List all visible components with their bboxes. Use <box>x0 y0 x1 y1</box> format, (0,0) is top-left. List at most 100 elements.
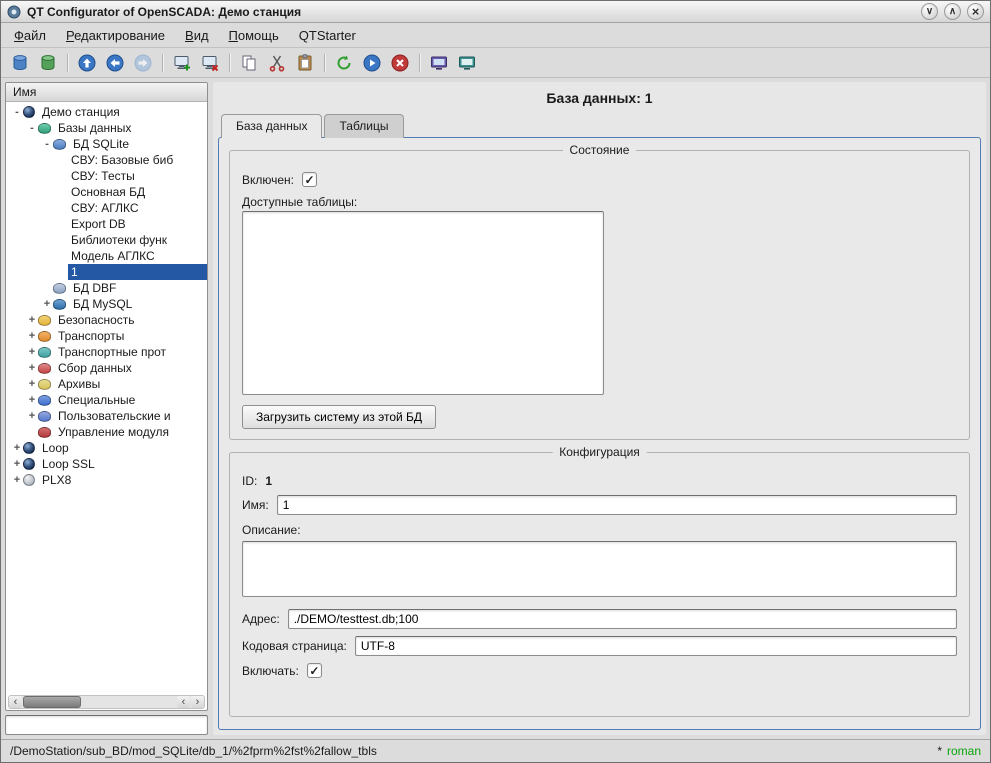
load-system-button[interactable]: Загрузить систему из этой БД <box>242 405 436 429</box>
tree-item[interactable]: +БД MySQL <box>6 296 207 312</box>
description-label: Описание: <box>242 523 957 537</box>
tree-expander-icon[interactable]: + <box>26 408 38 424</box>
tree-item[interactable]: -Базы данных <box>6 120 207 136</box>
address-row: Адрес: <box>242 609 957 629</box>
chevron-down-icon: ∨ <box>926 7 933 17</box>
tree-expander-icon[interactable]: + <box>26 376 38 392</box>
maximize-button[interactable]: ∧ <box>944 3 961 20</box>
copy-item-button[interactable] <box>236 50 262 75</box>
delete-item-button[interactable] <box>197 50 223 75</box>
go-up-button[interactable] <box>74 50 100 75</box>
menu-view[interactable]: Вид <box>176 25 218 46</box>
tree-expander-icon[interactable]: + <box>26 360 38 376</box>
tree-expander-icon[interactable]: + <box>26 312 38 328</box>
daq-icon <box>38 363 51 374</box>
start-updating-button[interactable] <box>359 50 385 75</box>
go-back-button[interactable] <box>102 50 128 75</box>
chevron-up-icon: ∧ <box>949 7 956 17</box>
tree-item[interactable]: +Пользовательские и <box>6 408 207 424</box>
tree-item-label: Модель АГЛКС <box>68 248 207 264</box>
tree-item[interactable]: +Транспортные прот <box>6 344 207 360</box>
tree-item-label: Безопасность <box>55 312 207 328</box>
tree-item[interactable]: +Архивы <box>6 376 207 392</box>
add-item-button[interactable] <box>169 50 195 75</box>
db-mysql-icon <box>53 299 66 310</box>
close-icon: × <box>972 5 980 18</box>
scroll-right-button[interactable]: › <box>191 696 204 708</box>
scroll-left-button-2[interactable]: ‹ <box>177 696 190 708</box>
tree-item[interactable]: Управление модуля <box>6 424 207 440</box>
arrow-left-icon <box>105 53 125 73</box>
tree-item[interactable]: +Loop <box>6 440 207 456</box>
tree-item[interactable]: СВУ: Базовые биб <box>6 152 207 168</box>
tree-item[interactable]: +Сбор данных <box>6 360 207 376</box>
tree-expander-icon[interactable]: + <box>41 296 53 312</box>
tree-item[interactable]: -Демо станция <box>6 104 207 120</box>
cut-item-button[interactable] <box>264 50 290 75</box>
address-input[interactable] <box>288 609 957 629</box>
codepage-input[interactable] <box>355 636 957 656</box>
tree-item[interactable]: 1 <box>6 264 207 280</box>
station-icon <box>23 458 35 470</box>
titlebar[interactable]: QT Configurator of OpenSCADA: Демо станц… <box>1 1 990 23</box>
paste-item-button[interactable] <box>292 50 318 75</box>
tree-item[interactable]: Export DB <box>6 216 207 232</box>
qt-configurator-button[interactable] <box>454 50 480 75</box>
db-sqlite-icon <box>53 139 66 150</box>
tree-expander-icon[interactable]: + <box>26 392 38 408</box>
tree-expander-icon[interactable]: - <box>11 104 23 120</box>
tree-expander-icon[interactable]: + <box>26 344 38 360</box>
refresh-icon <box>334 53 354 73</box>
horizontal-scrollbar[interactable]: ‹ ‹ › <box>8 695 205 709</box>
tree-expander-icon[interactable]: - <box>26 120 38 136</box>
tree-item[interactable]: -БД SQLite <box>6 136 207 152</box>
name-input[interactable] <box>277 495 957 515</box>
enable-checkbox[interactable] <box>307 663 322 678</box>
menu-edit[interactable]: Редактирование <box>57 25 174 46</box>
scrollbar-thumb[interactable] <box>23 696 81 708</box>
tree-item[interactable]: Основная БД <box>6 184 207 200</box>
scroll-left-button[interactable]: ‹ <box>9 696 22 708</box>
stop-updating-button[interactable] <box>387 50 413 75</box>
tree-expander-icon[interactable]: + <box>11 456 23 472</box>
description-textarea[interactable] <box>242 541 957 597</box>
monitor-purple-icon <box>429 53 449 73</box>
tree-expander-icon[interactable]: + <box>11 472 23 488</box>
load-from-db-button[interactable] <box>7 50 33 75</box>
window-title: QT Configurator of OpenSCADA: Демо станц… <box>27 5 915 19</box>
minimize-button[interactable]: ∨ <box>921 3 938 20</box>
tree-item[interactable]: +PLX8 <box>6 472 207 488</box>
tree-item[interactable]: Модель АГЛКС <box>6 248 207 264</box>
tree-search-input[interactable] <box>5 715 208 735</box>
close-button[interactable]: × <box>967 3 984 20</box>
tree-expander-icon[interactable]: - <box>41 136 53 152</box>
tree-item[interactable]: +Транспорты <box>6 328 207 344</box>
scrollbar-track[interactable] <box>82 696 176 708</box>
save-to-db-button[interactable] <box>35 50 61 75</box>
id-row: ID: 1 <box>242 474 957 488</box>
tree-item[interactable]: БД DBF <box>6 280 207 296</box>
tree-item[interactable]: Библиотеки функ <box>6 232 207 248</box>
enabled-checkbox[interactable] <box>302 172 317 187</box>
page-title: База данных: 1 <box>213 82 986 113</box>
refresh-button[interactable] <box>331 50 357 75</box>
tree-item[interactable]: +Специальные <box>6 392 207 408</box>
menu-file[interactable]: Файл <box>5 25 55 46</box>
station-icon <box>23 442 35 454</box>
tree-expander-icon[interactable]: + <box>26 328 38 344</box>
menu-help[interactable]: Помощь <box>220 25 288 46</box>
go-forward-button[interactable] <box>130 50 156 75</box>
tree-item[interactable]: СВУ: Тесты <box>6 168 207 184</box>
tree-item[interactable]: + Безопасность <box>6 312 207 328</box>
tree-item[interactable]: +Loop SSL <box>6 456 207 472</box>
tables-listbox[interactable] <box>242 211 604 395</box>
navigation-panel: Имя -Демо станция-Базы данных-БД SQLiteС… <box>5 82 208 735</box>
tree-expander-icon[interactable]: + <box>11 440 23 456</box>
tab-tables[interactable]: Таблицы <box>324 114 403 138</box>
tree-column-header[interactable]: Имя <box>6 83 207 102</box>
tab-database[interactable]: База данных <box>221 114 322 138</box>
tree-widget: Имя -Демо станция-Базы данных-БД SQLiteС… <box>5 82 208 711</box>
menu-qtstarter[interactable]: QTStarter <box>290 25 365 46</box>
qt-vision-button[interactable] <box>426 50 452 75</box>
tree-item[interactable]: СВУ: АГЛКС <box>6 200 207 216</box>
